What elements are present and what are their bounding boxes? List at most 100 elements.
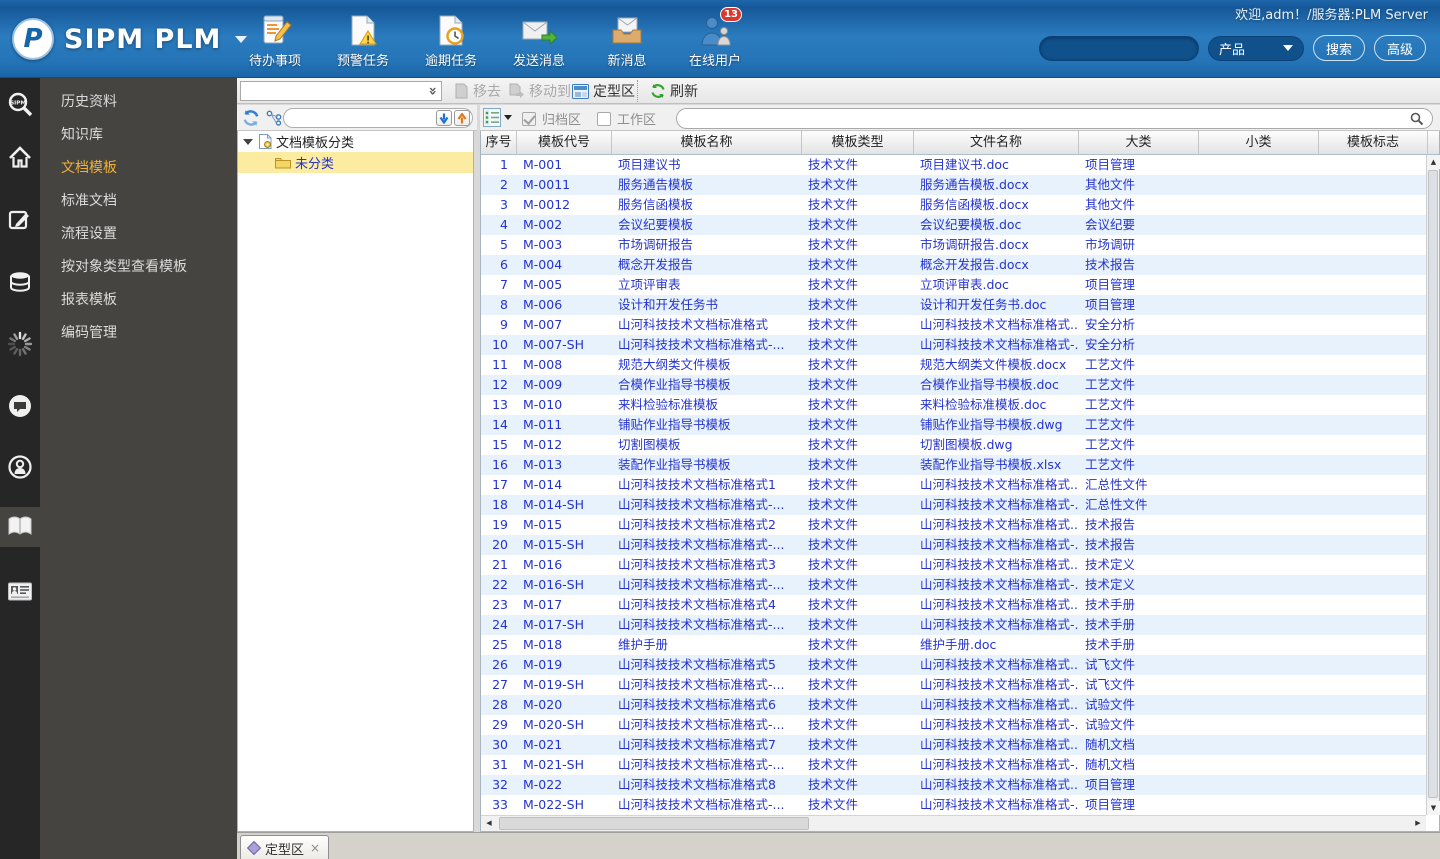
table-row[interactable]: 29 M-020-SH 山河科技技术文档标准格式-... 技术文件 山河科技技术文档标准… [481, 715, 1426, 735]
table-cell [1199, 715, 1319, 735]
table-row[interactable]: 25 M-018 维护手册 技术文件 维护手册.doc 技术手册 [481, 635, 1426, 655]
tree-node-uncategorized[interactable]: 未分类 [238, 152, 473, 173]
rail-item-sipm-search[interactable]: SIPM [0, 85, 40, 125]
sidebar-item[interactable]: 编码管理 [40, 317, 237, 350]
table-row[interactable]: 16 M-013 装配作业指导书模板 技术文件 装配作业指导书模板.xlsx 工艺文件 [481, 455, 1426, 475]
table-row[interactable]: 3 M-0012 服务信函模板 技术文件 服务信函模板.docx 其他文件 [481, 195, 1426, 215]
vertical-scroll-thumb[interactable] [1428, 170, 1438, 798]
sidebar-item[interactable]: 知识库 [40, 119, 237, 152]
table-row[interactable]: 28 M-020 山河科技技术文档标准格式6 技术文件 山河科技技术文档标准格式... 试… [481, 695, 1426, 715]
sidebar-item[interactable]: 流程设置 [40, 218, 237, 251]
app-logo[interactable]: P SIPM PLM [12, 18, 248, 60]
rail-item-user-circle[interactable] [0, 447, 40, 487]
advanced-search-button[interactable]: 高级 [1373, 35, 1426, 61]
search-icon[interactable] [1410, 112, 1424, 126]
horizontal-scrollbar[interactable]: ◀ ▶ [481, 815, 1426, 831]
table-row[interactable]: 8 M-006 设计和开发任务书 技术文件 设计和开发任务书.doc 项目管理 [481, 295, 1426, 315]
find-next-button[interactable] [436, 110, 452, 126]
horizontal-scroll-thumb[interactable] [499, 817, 809, 830]
column-header[interactable]: 文件名称 [914, 131, 1079, 155]
vertical-scrollbar[interactable]: ▲ ▼ [1426, 155, 1440, 815]
column-header[interactable]: 模板标志 [1319, 131, 1428, 155]
table-row[interactable]: 32 M-022 山河科技技术文档标准格式8 技术文件 山河科技技术文档标准格式... 项… [481, 775, 1426, 795]
header-tool-new-message[interactable]: 新消息 [598, 13, 656, 69]
table-row[interactable]: 10 M-007-SH 山河科技技术文档标准格式-... 技术文件 山河科技技术文档标准… [481, 335, 1426, 355]
column-header[interactable]: 模板代号 [517, 131, 612, 155]
tree-expand-icon[interactable] [243, 138, 253, 145]
table-row[interactable]: 4 M-002 会议纪要模板 技术文件 会议纪要模板.doc 会议纪要 [481, 215, 1426, 235]
sidebar-item[interactable]: 文档模板 [40, 152, 237, 185]
global-search-input[interactable] [1038, 35, 1199, 61]
remove-button[interactable]: 移去 [449, 80, 506, 102]
tab-close-icon[interactable]: × [310, 842, 320, 854]
sidebar-item[interactable]: 报表模板 [40, 284, 237, 317]
table-row[interactable]: 22 M-016-SH 山河科技技术文档标准格式-... 技术文件 山河科技技术文档标准… [481, 575, 1426, 595]
find-prev-button[interactable] [454, 110, 470, 126]
tree-node-root[interactable]: 文档模板分类 [238, 131, 473, 152]
header-tool-overdue-task[interactable]: 逾期任务 [422, 13, 480, 69]
view-options-dropdown[interactable] [483, 108, 512, 127]
table-row[interactable]: 2 M-0011 服务通告模板 技术文件 服务通告模板.docx 其他文件 [481, 175, 1426, 195]
column-header[interactable]: 模板类型 [802, 131, 914, 155]
move-to-button[interactable]: 移动到 [503, 80, 576, 102]
scroll-down-icon[interactable]: ▼ [1427, 801, 1440, 815]
table-row[interactable]: 26 M-019 山河科技技术文档标准格式5 技术文件 山河科技技术文档标准格式... 试… [481, 655, 1426, 675]
table-row[interactable]: 24 M-017-SH 山河科技技术文档标准格式-... 技术文件 山河科技技术文档标准… [481, 615, 1426, 635]
sidebar-item[interactable]: 按对象类型查看模板 [40, 251, 237, 284]
table-row[interactable]: 1 M-001 项目建议书 技术文件 项目建议书.doc 项目管理 [481, 155, 1426, 175]
sidebar-item[interactable]: 历史资料 [40, 86, 237, 119]
table-row[interactable]: 12 M-009 合模作业指导书模板 技术文件 合模作业指导书模板.doc 工艺文件 [481, 375, 1426, 395]
table-row[interactable]: 6 M-004 概念开发报告 技术文件 概念开发报告.docx 技术报告 [481, 255, 1426, 275]
table-row[interactable]: 20 M-015-SH 山河科技技术文档标准格式-... 技术文件 山河科技技术文档标准… [481, 535, 1426, 555]
scroll-right-icon[interactable]: ▶ [1410, 816, 1426, 831]
table-row[interactable]: 19 M-015 山河科技技术文档标准格式2 技术文件 山河科技技术文档标准格式... 技… [481, 515, 1426, 535]
rail-item-edit[interactable] [0, 200, 40, 240]
scroll-left-icon[interactable]: ◀ [481, 816, 497, 831]
table-row[interactable]: 9 M-007 山河科技技术文档标准格式 技术文件 山河科技技术文档标准格式... 安全分… [481, 315, 1426, 335]
rail-item-chat[interactable] [0, 386, 40, 426]
header-tool-todo[interactable]: 待办事项 [246, 13, 304, 69]
rail-item-book[interactable] [0, 507, 40, 547]
table-cell: 技术报告 [1085, 257, 1136, 272]
rail-item-loading[interactable] [0, 324, 40, 364]
table-row[interactable]: 31 M-021-SH 山河科技技术文档标准格式-... 技术文件 山河科技技术文档标准… [481, 755, 1426, 775]
table-row[interactable]: 11 M-008 规范大纲类文件模板 技术文件 规范大纲类文件模板.docx 工艺文件 [481, 355, 1426, 375]
tree-refresh-icon[interactable] [242, 109, 260, 127]
table-row[interactable]: 27 M-019-SH 山河科技技术文档标准格式-... 技术文件 山河科技技术文档标准… [481, 675, 1426, 695]
header-tool-warning-task[interactable]: 预警任务 [334, 13, 392, 69]
table-row[interactable]: 13 M-010 来料检验标准模板 技术文件 来料检验标准模板.doc 工艺文件 [481, 395, 1426, 415]
rail-item-id-card[interactable] [0, 572, 40, 612]
header-tool-send-message[interactable]: 发送消息 [510, 13, 568, 69]
header-tool-online-users[interactable]: 在线用户 13 [686, 7, 744, 69]
table-row[interactable]: 5 M-003 市场调研报告 技术文件 市场调研报告.docx 市场调研 [481, 235, 1426, 255]
archive-zone-checkbox[interactable] [522, 111, 536, 126]
sidebar-item[interactable]: 标准文档 [40, 185, 237, 218]
refresh-button[interactable]: 刷新 [645, 80, 703, 102]
rail-item-home[interactable] [0, 137, 40, 177]
grid-search-input[interactable] [677, 111, 1410, 126]
rail-item-database[interactable] [0, 263, 40, 303]
column-header[interactable]: 模板名称 [612, 131, 802, 155]
search-category-dropdown[interactable]: 产品 [1207, 35, 1304, 61]
work-zone-checkbox[interactable] [597, 111, 612, 126]
tree-hierarchy-icon[interactable] [266, 110, 283, 126]
table-row[interactable]: 30 M-021 山河科技技术文档标准格式7 技术文件 山河科技技术文档标准格式... 随… [481, 735, 1426, 755]
pattern-zone-button[interactable]: 定型区 [567, 80, 640, 102]
table-row[interactable]: 7 M-005 立项评审表 技术文件 立项评审表.doc 项目管理 [481, 275, 1426, 295]
category-combo[interactable]: » [240, 81, 442, 101]
pattern-zone-tab[interactable]: 定型区 × [240, 835, 330, 859]
column-header[interactable]: 序号 [481, 131, 517, 155]
column-header[interactable]: 小类 [1199, 131, 1319, 155]
table-cell: 技术文件 [808, 317, 859, 332]
table-row[interactable]: 17 M-014 山河科技技术文档标准格式1 技术文件 山河科技技术文档标准格式... 汇… [481, 475, 1426, 495]
table-row[interactable]: 18 M-014-SH 山河科技技术文档标准格式-... 技术文件 山河科技技术文档标准… [481, 495, 1426, 515]
scroll-up-icon[interactable]: ▲ [1427, 155, 1440, 169]
tree-search-input[interactable] [284, 111, 436, 125]
column-header[interactable]: 大类 [1079, 131, 1199, 155]
table-row[interactable]: 21 M-016 山河科技技术文档标准格式3 技术文件 山河科技技术文档标准格式... 技… [481, 555, 1426, 575]
search-button[interactable]: 搜索 [1312, 35, 1365, 61]
table-row[interactable]: 14 M-011 铺贴作业指导书模板 技术文件 铺贴作业指导书模板.dwg 工艺文件 [481, 415, 1426, 435]
table-row[interactable]: 23 M-017 山河科技技术文档标准格式4 技术文件 山河科技技术文档标准格式... 技… [481, 595, 1426, 615]
table-row[interactable]: 33 M-022-SH 山河科技技术文档标准格式-... 技术文件 山河科技技术文档标准… [481, 795, 1426, 815]
table-row[interactable]: 15 M-012 切割图模板 技术文件 切割图模板.dwg 工艺文件 [481, 435, 1426, 455]
